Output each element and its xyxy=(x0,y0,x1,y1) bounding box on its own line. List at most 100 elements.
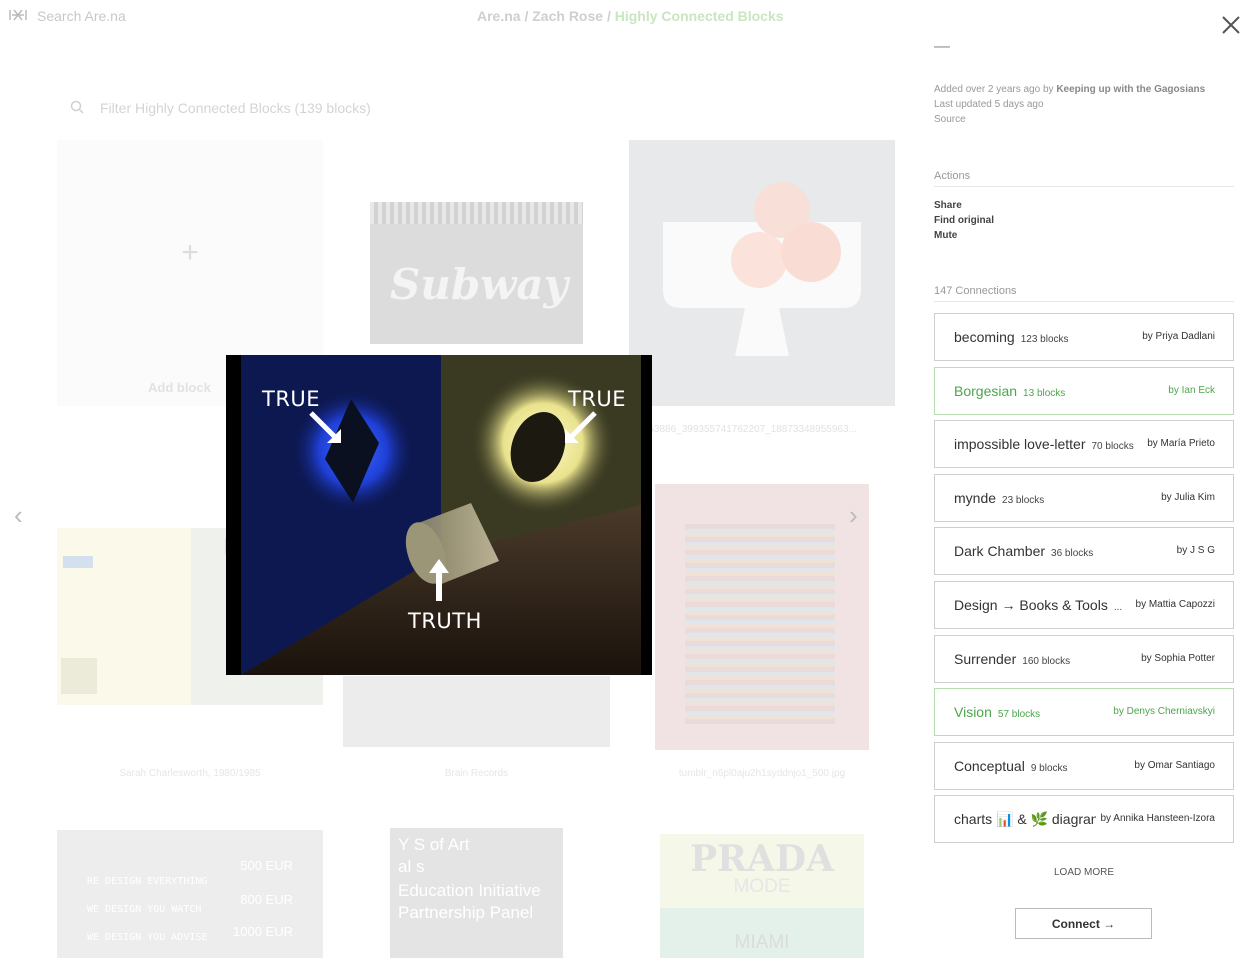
print-small-square xyxy=(61,658,97,694)
connection-title: Vision 57 blocks xyxy=(954,704,1040,720)
tumblr-pattern xyxy=(685,524,835,724)
block-wall-text-image[interactable]: RE DESIGN EVERYTHING WE DESIGN YOU WATCH… xyxy=(57,830,323,958)
top-bar: Search Are.na Are.na / Zach Rose / Highl… xyxy=(0,0,910,32)
poster-line: al s xyxy=(398,857,425,876)
connection-item[interactable]: Vision 57 blocks by Denys Cherniavskyi xyxy=(934,688,1234,736)
breadcrumb-separator: / xyxy=(524,8,529,24)
connection-item[interactable]: becoming 123 blocks by Priya Dadlani xyxy=(934,313,1234,361)
block-fruit-bowl-image[interactable] xyxy=(629,140,895,406)
mute-button[interactable]: Mute xyxy=(934,230,957,241)
connection-item[interactable]: impossible love-letter 70 blocks by María … xyxy=(934,420,1234,468)
connection-item[interactable]: Dark Chamber 36 blocks by J S G xyxy=(934,527,1234,575)
connection-author: by Annika Hansteen-Izora xyxy=(1096,813,1215,824)
connection-count: ... xyxy=(1113,602,1123,613)
block-title: — xyxy=(934,38,950,55)
block-poster-image[interactable]: Y S of Art al s Education Initiative Par… xyxy=(390,828,563,958)
connect-button[interactable]: Connect → xyxy=(1015,908,1152,939)
fruit-bowl-illustration xyxy=(663,182,861,356)
connection-name: Borgesian xyxy=(954,383,1018,399)
connection-title: Design → Books & Tools... xyxy=(954,597,1122,613)
block-subway-image[interactable]: Subway xyxy=(370,202,583,344)
wall-price: 1000 EUR xyxy=(233,924,293,939)
connection-title: charts 📊 & 🌿 diagran xyxy=(954,811,1105,828)
breadcrumb-channel[interactable]: Highly Connected Blocks xyxy=(615,8,784,24)
connection-author: by Mattia Capozzi xyxy=(1131,599,1215,610)
connection-title: Surrender 160 blocks xyxy=(954,651,1070,667)
label-true-right: TRUE xyxy=(568,387,627,411)
connection-count: 36 blocks xyxy=(1051,548,1094,559)
connection-title: Conceptual 9 blocks xyxy=(954,758,1068,774)
wall-price: 500 EUR xyxy=(240,858,293,873)
connection-title: impossible love-letter 70 blocks xyxy=(954,436,1134,452)
subway-ceiling xyxy=(370,202,583,224)
connection-item[interactable]: Surrender 160 blocks by Sophia Potter xyxy=(934,635,1234,683)
search-icon xyxy=(70,100,84,119)
find-original-button[interactable]: Find original xyxy=(934,215,994,226)
connection-author: by Sophia Potter xyxy=(1137,653,1215,664)
connection-author: by Omar Santiago xyxy=(1130,760,1215,771)
wall-price: 800 EUR xyxy=(240,892,293,907)
connection-title: Dark Chamber 36 blocks xyxy=(954,543,1093,559)
added-by-link[interactable]: Keeping up with the Gagosians xyxy=(1056,84,1205,95)
connection-author: by J S G xyxy=(1172,545,1215,556)
add-block-label: Add block xyxy=(148,380,211,395)
connection-name: mynde xyxy=(954,490,997,506)
connection-author: by Priya Dadlani xyxy=(1138,331,1215,342)
connection-count: 57 blocks xyxy=(997,709,1041,720)
print-blue-label xyxy=(63,556,93,568)
connection-title: mynde 23 blocks xyxy=(954,490,1044,506)
wall-text-line: RE DESIGN EVERYTHING xyxy=(87,876,208,887)
connection-name: impossible love-letter xyxy=(954,436,1086,452)
connection-count: 123 blocks xyxy=(1020,334,1069,345)
prada-title: PRADA xyxy=(689,838,835,880)
connection-title: Borgesian 13 blocks xyxy=(954,383,1065,399)
breadcrumb-site[interactable]: Are.na xyxy=(477,8,521,24)
load-more-button[interactable]: LOAD MORE xyxy=(934,867,1234,878)
site-search-input[interactable]: Search Are.na xyxy=(37,8,126,24)
connections-title: 147 Connections xyxy=(934,285,1017,297)
divider xyxy=(934,186,1234,187)
poster-line: Partnership Panel xyxy=(398,903,534,922)
connection-name: charts 📊 & 🌿 diagran xyxy=(954,811,1099,827)
chevron-right-icon[interactable]: › xyxy=(849,500,858,531)
actions-title: Actions xyxy=(934,170,971,182)
wall-text-line: WE DESIGN YOU ADVISE xyxy=(87,932,208,943)
connection-name: Conceptual xyxy=(954,758,1025,774)
chevron-left-icon[interactable]: ‹ xyxy=(14,500,23,531)
connection-item[interactable]: mynde 23 blocks by Julia Kim xyxy=(934,474,1234,522)
connection-item[interactable]: Conceptual 9 blocks by Omar Santiago xyxy=(934,742,1234,790)
connection-item[interactable]: Borgesian 13 blocks by Ian Eck xyxy=(934,367,1234,415)
wall-text-line: WE DESIGN YOU WATCH xyxy=(87,904,202,915)
share-button[interactable]: Share xyxy=(934,200,962,211)
connection-count: 13 blocks xyxy=(1023,388,1066,399)
filter-blocks-input[interactable]: Filter Highly Connected Blocks (139 bloc… xyxy=(100,100,371,116)
close-icon[interactable] xyxy=(1220,14,1242,36)
connection-count: 9 blocks xyxy=(1030,763,1068,774)
divider xyxy=(934,301,1234,302)
connection-item[interactable]: charts 📊 & 🌿 diagran by Annika Hansteen-I… xyxy=(934,795,1234,843)
block-brain-records-image[interactable] xyxy=(343,676,610,747)
poster-line: Y S of Art xyxy=(398,835,470,854)
source-link[interactable]: Source xyxy=(934,114,966,125)
added-info: Added over 2 years ago by Keeping up wit… xyxy=(934,84,1205,95)
connection-item[interactable]: Design → Books & Tools... by Mattia Capoz… xyxy=(934,581,1234,629)
block-tumblr-image[interactable] xyxy=(655,484,869,750)
label-true-left: TRUE xyxy=(262,387,321,411)
subway-sign-text: Subway xyxy=(390,260,569,309)
connection-name: becoming xyxy=(954,329,1015,345)
connection-name: Dark Chamber xyxy=(954,543,1046,559)
added-prefix: Added over 2 years ago by xyxy=(934,84,1054,95)
connection-author: by Julia Kim xyxy=(1157,492,1215,503)
connection-count: 23 blocks xyxy=(1002,495,1045,506)
arena-logo-icon[interactable] xyxy=(8,8,28,25)
connection-count: 70 blocks xyxy=(1091,441,1134,452)
connection-title: becoming 123 blocks xyxy=(954,329,1069,345)
breadcrumb: Are.na / Zach Rose / Highly Connected Bl… xyxy=(477,8,784,24)
connection-name: Surrender xyxy=(954,651,1017,667)
prada-subtitle: MODE xyxy=(733,876,791,897)
block-caption: tumblr_n6pl0aju2h1syddnjo1_500.jpg xyxy=(678,768,846,779)
connection-author: by Ian Eck xyxy=(1164,385,1215,396)
connection-name: Vision xyxy=(954,704,992,720)
breadcrumb-user[interactable]: Zach Rose xyxy=(532,8,603,24)
block-prada-image[interactable]: PRADA MODE MIAMI xyxy=(660,834,864,958)
